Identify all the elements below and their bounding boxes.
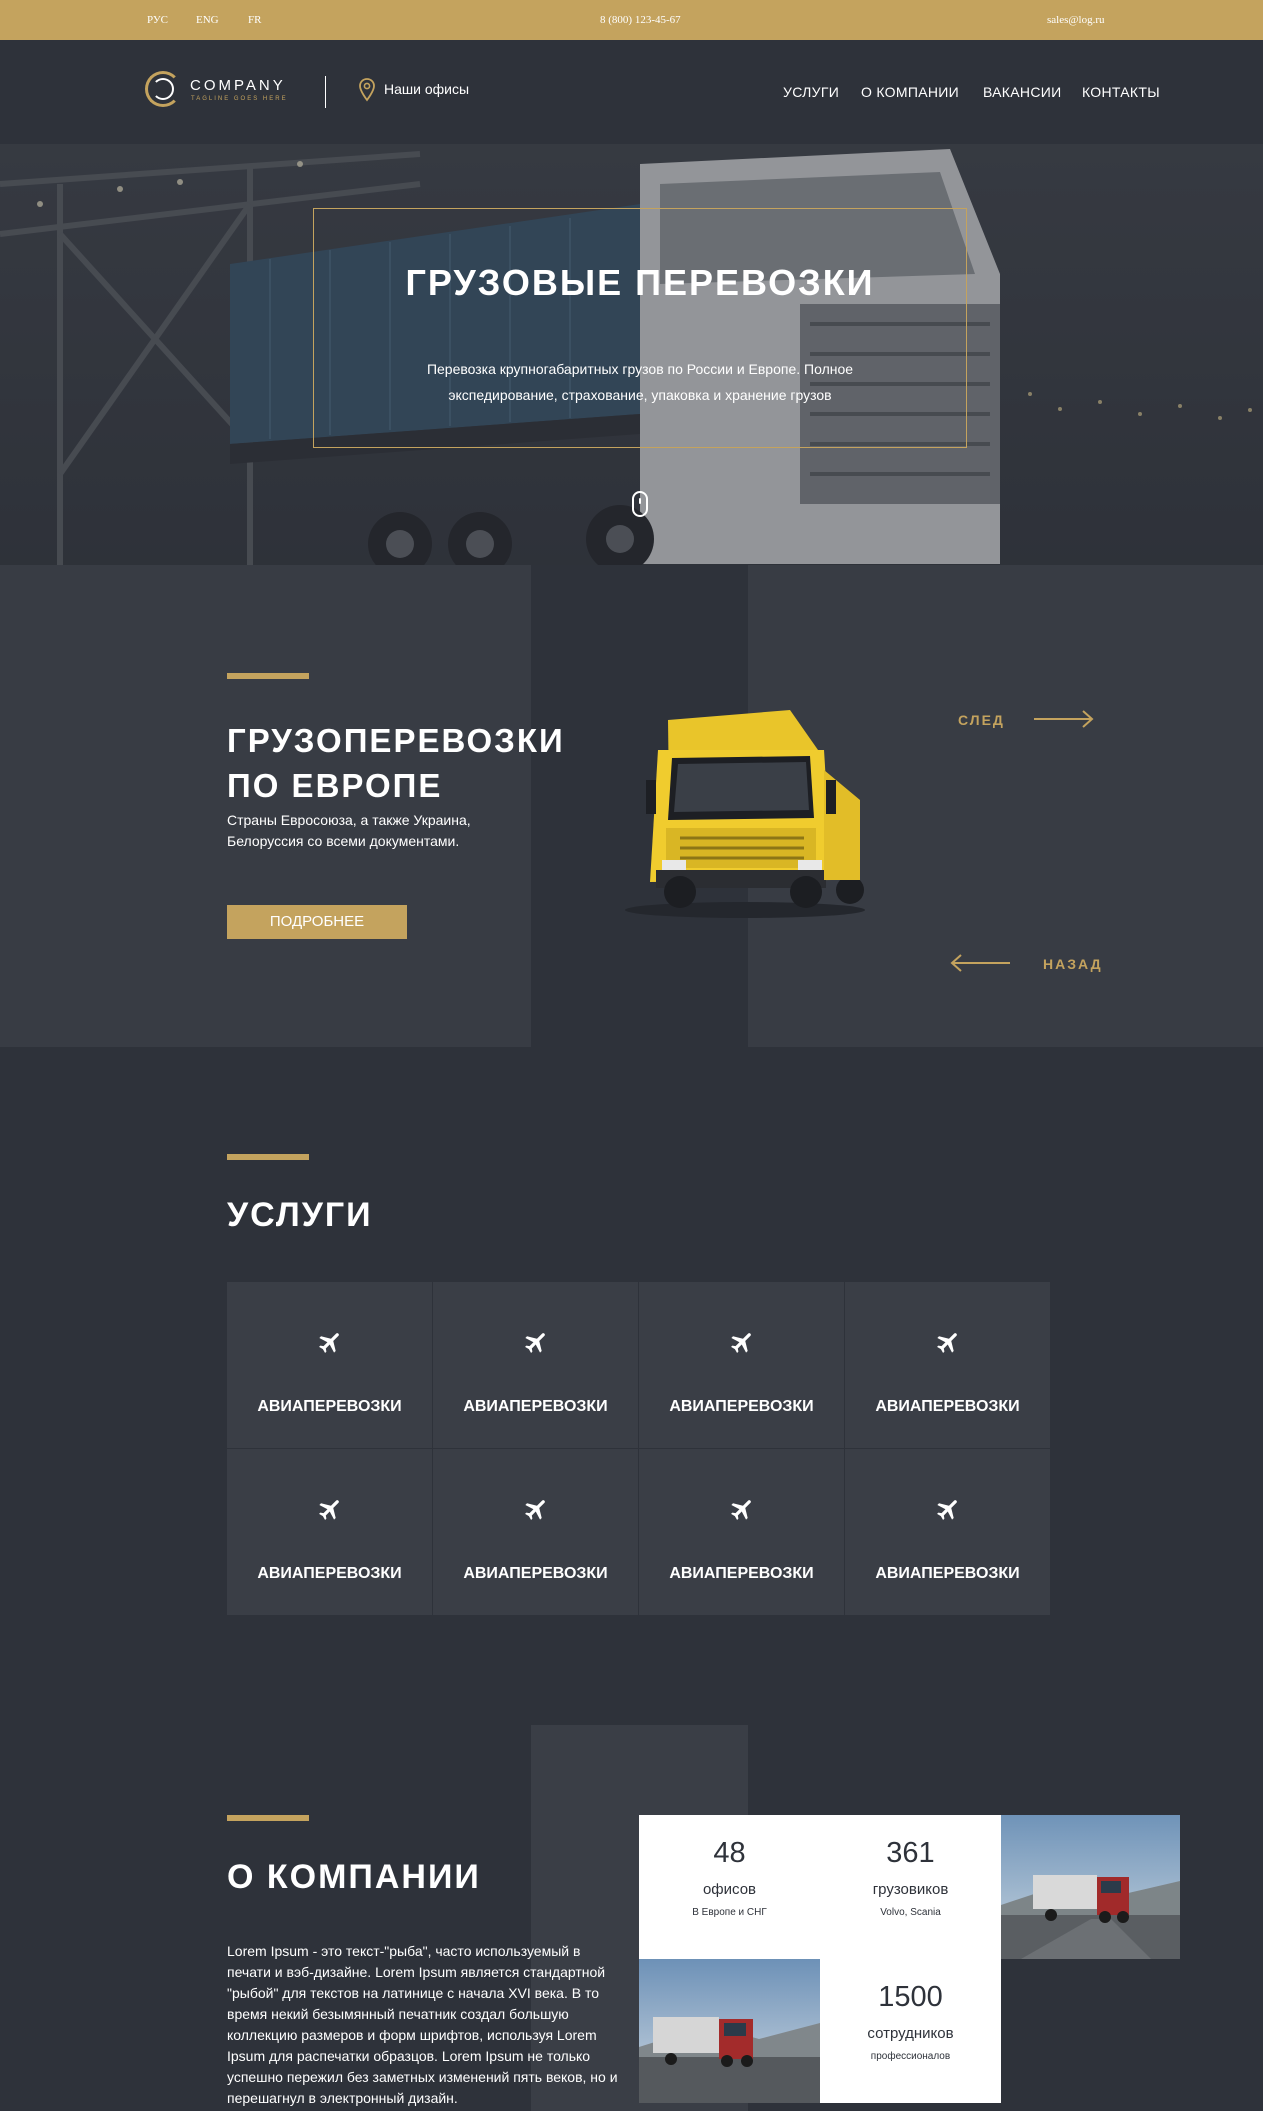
stat-number: 48 [713,1837,746,1869]
stat-label: сотрудников [867,2025,954,2042]
service-card[interactable]: АВИАПЕРЕВОЗКИ [227,1282,432,1448]
airplane-icon [319,1500,339,1520]
slide-title-line2: ПО ЕВРОПЕ [227,767,443,804]
service-card[interactable]: АВИАПЕРЕВОЗКИ [433,1449,638,1615]
about-title: О КОМПАНИИ [227,1858,481,1896]
logo-tagline: TAGLINE GOES HERE [191,96,288,102]
arrow-left-icon[interactable] [949,952,1011,974]
more-button[interactable]: ПОДРОБНЕЕ [227,905,407,939]
yellow-truck-image [625,710,865,918]
logo-inner-ring [152,78,174,100]
nav-contacts[interactable]: КОНТАКТЫ [1082,84,1160,100]
about-text: Lorem Ipsum - это текст-"рыба", часто ис… [227,1943,618,2106]
airplane-icon [319,1333,339,1353]
airplane-icon [731,1500,751,1520]
email-link[interactable]: sales@log.ru [1047,0,1104,40]
location-pin-icon [359,78,375,102]
service-label: АВИАПЕРЕВОЗКИ [875,1565,1020,1582]
nav-about[interactable]: О КОМПАНИИ [861,84,959,100]
service-label: АВИАПЕРЕВОЗКИ [257,1565,402,1582]
nav-vacancies[interactable]: ВАКАНСИИ [983,84,1061,100]
logo-name: COMPANY [190,77,286,94]
service-card[interactable]: АВИАПЕРЕВОЗКИ [845,1282,1050,1448]
truck-highway-photo [1001,1815,1180,1959]
stat-sub: В Европе и СНГ [692,1907,767,1918]
slide-description: Страны Евросоюза, а также Украина, Белор… [227,812,471,849]
accent-bar [227,1815,309,1821]
service-label: АВИАПЕРЕВОЗКИ [669,1398,814,1415]
stats-box-top: 48 офисов В Европе и СНГ 361 грузовиков … [639,1815,1001,1959]
hero-subtitle: Перевозка крупногабаритных грузов по Рос… [426,361,854,403]
airplane-icon [525,1500,545,1520]
airplane-icon [937,1333,957,1353]
lang-fr-link[interactable]: FR [248,0,261,40]
services-grid: АВИАПЕРЕВОЗКИ АВИАПЕРЕВОЗКИ АВИАПЕРЕВОЗКИ А… [227,1282,1052,1616]
service-label: АВИАПЕРЕВОЗКИ [669,1565,814,1582]
next-label[interactable]: СЛЕД [958,712,1005,728]
service-label: АВИАПЕРЕВОЗКИ [463,1398,608,1415]
truck-highway-photo [639,1959,820,2103]
service-card[interactable]: АВИАПЕРЕВОЗКИ [639,1282,844,1448]
accent-bar [227,1154,309,1160]
arrow-right-icon[interactable] [1033,708,1095,730]
hero-section: ГРУЗОВЫЕ ПЕРЕВОЗКИ Перевозка крупногабар… [0,144,1263,565]
airplane-icon [525,1333,545,1353]
offices-link[interactable]: Наши офисы [384,81,469,97]
lang-en-link[interactable]: ENG [196,0,219,40]
airplane-icon [937,1500,957,1520]
stat-label: грузовиков [872,1881,949,1898]
nav-services[interactable]: УСЛУГИ [783,84,839,100]
slide-title: ГРУЗОПЕРЕВОЗКИ ПО ЕВРОПЕ [227,718,565,808]
service-card[interactable]: АВИАПЕРЕВОЗКИ [639,1449,844,1615]
stat-trucks: 361 грузовиков Volvo, Scania [820,1815,1001,1959]
lang-ru-link[interactable]: РУС [147,0,168,40]
stat-number: 1500 [878,1981,943,2013]
hero-frame [313,208,967,448]
service-card[interactable]: АВИАПЕРЕВОЗКИ [433,1282,638,1448]
slider-section: ГРУЗОПЕРЕВОЗКИ ПО ЕВРОПЕ Страны Евросоюз… [0,565,1263,1047]
hero-title: ГРУЗОВЫЕ ПЕРЕВОЗКИ [405,262,875,303]
phone-link[interactable]: 8 (800) 123-45-67 [600,0,681,40]
stat-employees: 1500 сотрудников профессионалов [820,1959,1001,2103]
services-title: УСЛУГИ [227,1196,373,1234]
service-label: АВИАПЕРЕВОЗКИ [463,1565,608,1582]
service-card[interactable]: АВИАПЕРЕВОЗКИ [845,1449,1050,1615]
scroll-mouse-icon[interactable] [632,491,648,517]
slide-title-line1: ГРУЗОПЕРЕВОЗКИ [227,722,565,759]
stat-sub: Volvo, Scania [880,1907,941,1918]
stat-number: 361 [886,1837,935,1869]
header-divider [325,76,326,108]
service-label: АВИАПЕРЕВОЗКИ [875,1398,1020,1415]
prev-label[interactable]: НАЗАД [1043,956,1103,972]
service-card[interactable]: АВИАПЕРЕВОЗКИ [227,1449,432,1615]
site-header: COMPANY TAGLINE GOES HERE Наши офисы УСЛ… [0,40,1263,144]
stat-sub: профессионалов [870,2051,951,2062]
top-bar: РУС ENG FR 8 (800) 123-45-67 sales@log.r… [0,0,1263,40]
stat-offices: 48 офисов В Европе и СНГ [639,1815,820,1959]
stat-label: офисов [702,1881,757,1898]
service-label: АВИАПЕРЕВОЗКИ [257,1398,402,1415]
accent-bar [227,673,309,679]
airplane-icon [731,1333,751,1353]
